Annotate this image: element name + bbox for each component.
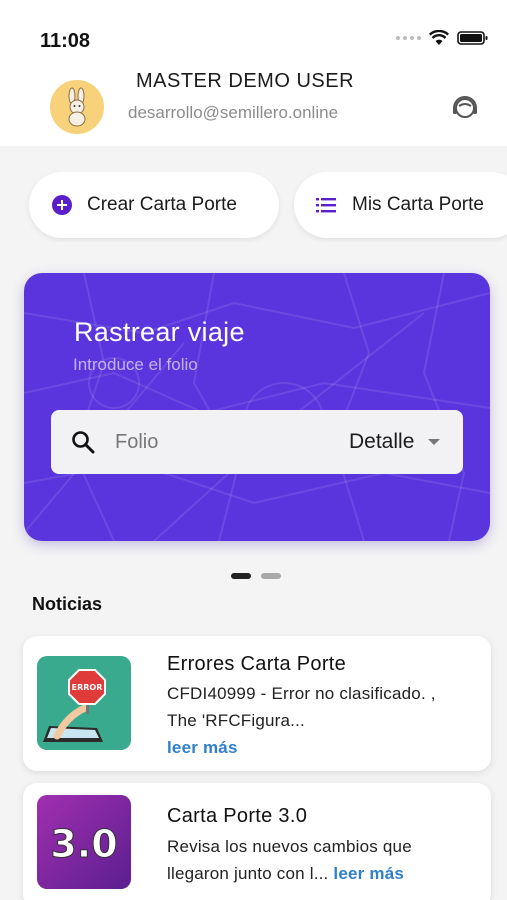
list-icon <box>316 196 338 214</box>
map-background-pattern <box>24 273 490 541</box>
carousel-dot-inactive[interactable] <box>261 573 281 579</box>
status-icons <box>396 30 489 46</box>
carousel-dot-active[interactable] <box>231 573 251 579</box>
status-time: 11:08 <box>40 30 91 52</box>
track-trip-card: Rastrear viaje Introduce el folio Detall… <box>24 273 490 541</box>
user-header: MASTER DEMO USER desarrollo@semillero.on… <box>0 70 507 146</box>
quick-actions: Crear Carta Porte Mis Carta Porte <box>0 172 507 242</box>
news-title: Carta Porte 3.0 <box>167 805 308 827</box>
news-body: Revisa los nuevos cambios que llegaron j… <box>167 833 467 887</box>
mis-carta-porte-button[interactable]: Mis Carta Porte <box>294 172 507 238</box>
news-body: CFDI40999 - Error no clasificado. , The … <box>167 680 467 761</box>
search-icon <box>72 431 95 454</box>
folio-search-box: Detalle <box>51 410 463 474</box>
battery-icon <box>457 31 488 45</box>
news-card-carta-porte-3[interactable]: 3.0 Carta Porte 3.0 Revisa los nuevos ca… <box>23 783 491 900</box>
user-name: MASTER DEMO USER <box>136 70 355 92</box>
news-body-text: CFDI40999 - Error no clasificado. , The … <box>167 684 436 730</box>
rabbit-avatar-icon <box>68 87 86 127</box>
news-heading: Noticias <box>32 594 103 614</box>
dropdown-caret-icon <box>428 439 441 445</box>
version-text: 3.0 <box>50 822 117 866</box>
create-carta-porte-label: Crear Carta Porte <box>87 194 237 215</box>
avatar[interactable] <box>50 80 104 134</box>
read-more-link[interactable]: leer más <box>167 738 238 757</box>
detail-dropdown-label: Detalle <box>349 430 415 453</box>
news-card-errores[interactable]: ERROR Errores Carta Porte CFDI40999 - Er… <box>23 636 491 771</box>
create-carta-porte-button[interactable]: Crear Carta Porte <box>29 172 279 238</box>
read-more-link[interactable]: leer más <box>333 864 404 883</box>
wifi-icon <box>429 30 449 45</box>
carousel-indicator <box>231 573 281 579</box>
add-circle-icon <box>51 194 73 216</box>
mis-carta-porte-label: Mis Carta Porte <box>352 194 484 215</box>
support-button[interactable] <box>449 92 481 124</box>
track-title: Rastrear viaje <box>74 317 245 347</box>
detail-dropdown[interactable]: Detalle <box>349 420 441 464</box>
folio-input[interactable] <box>115 420 315 464</box>
signal-icon <box>396 36 421 40</box>
news-thumbnail-3-0: 3.0 <box>37 795 131 889</box>
error-sign-text: ERROR <box>72 683 103 692</box>
news-thumbnail-error: ERROR <box>37 656 131 750</box>
news-title: Errores Carta Porte <box>167 653 347 675</box>
track-subtitle: Introduce el folio <box>73 355 198 374</box>
support-agent-icon <box>453 96 477 118</box>
status-bar: 11:08 <box>0 0 507 70</box>
user-email: desarrollo@semillero.online <box>128 103 339 122</box>
